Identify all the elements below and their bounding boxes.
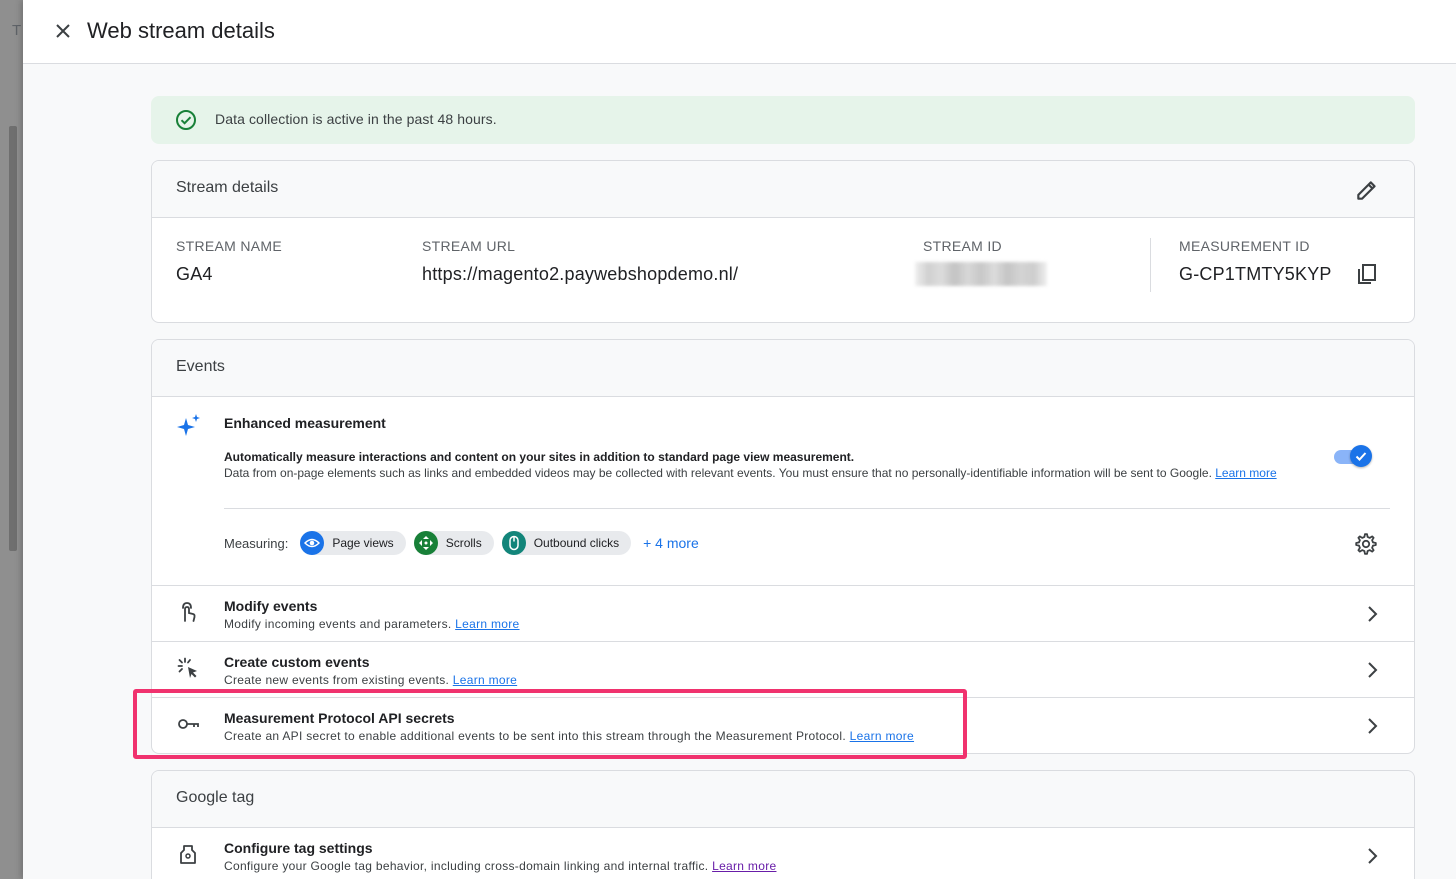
stream-id-redacted xyxy=(915,262,1047,286)
stream-details-body: STREAM NAME GA4 STREAM URL https://magen… xyxy=(152,218,1414,322)
stream-url-field: STREAM URL https://magento2.paywebshopde… xyxy=(422,238,738,285)
edit-button[interactable] xyxy=(1354,177,1380,203)
enhanced-measurement-description: Data from on-page elements such as links… xyxy=(224,466,1314,481)
stream-name-label: STREAM NAME xyxy=(176,238,282,254)
stream-details-card: Stream details STREAM NAME GA4 STREAM UR… xyxy=(151,160,1415,323)
row-description-text: Create an API secret to enable additiona… xyxy=(224,729,847,743)
copy-measurement-id-button[interactable] xyxy=(1355,262,1379,286)
copy-icon xyxy=(1358,264,1376,284)
measuring-chips: Measuring: Page views Scrolls Outbound c… xyxy=(224,531,699,555)
web-stream-details-panel: Web stream details Data collection is ac… xyxy=(23,0,1456,879)
stream-id-label: STREAM ID xyxy=(923,238,1002,254)
enhanced-measurement-settings-button[interactable] xyxy=(1354,532,1378,556)
modify-events-row[interactable]: Modify events Modify incoming events and… xyxy=(152,586,1414,642)
row-title: Modify events xyxy=(224,598,318,614)
learn-more-link[interactable]: Learn more xyxy=(712,859,776,873)
learn-more-link[interactable]: Learn more xyxy=(453,673,517,687)
chip-label: Page views xyxy=(332,536,394,550)
chevron-right-icon xyxy=(1368,848,1378,864)
enhanced-measurement-summary: Automatically measure interactions and c… xyxy=(224,450,855,464)
measuring-label: Measuring: xyxy=(224,535,289,551)
measurement-id-field: MEASUREMENT ID G-CP1TMTY5KYP xyxy=(1179,238,1332,285)
row-description: Create new events from existing events. … xyxy=(224,673,517,687)
events-title: Events xyxy=(176,358,225,375)
stream-details-header: Stream details xyxy=(152,161,1414,218)
stream-url-value: https://magento2.paywebshopdemo.nl/ xyxy=(422,264,739,284)
status-banner: Data collection is active in the past 48… xyxy=(151,96,1415,144)
learn-more-link[interactable]: Learn more xyxy=(455,617,519,631)
stream-details-title: Stream details xyxy=(176,179,279,196)
measurement-id-label: MEASUREMENT ID xyxy=(1179,238,1310,254)
background-page: T xyxy=(0,0,23,879)
chevron-right-icon xyxy=(1368,606,1378,622)
chip-label: Scrolls xyxy=(445,536,482,550)
learn-more-link[interactable]: Learn more xyxy=(1215,466,1276,480)
check-icon xyxy=(1355,452,1367,461)
chip-outbound-clicks[interactable]: Outbound clicks xyxy=(501,531,632,555)
google-tag-header: Google tag xyxy=(152,771,1414,828)
row-description-text: Modify incoming events and parameters. xyxy=(224,617,452,631)
scroll-arrows-icon xyxy=(413,531,438,555)
stream-name-field: STREAM NAME GA4 xyxy=(176,238,282,285)
close-button[interactable] xyxy=(49,17,77,45)
measurement-id-value: G-CP1TMTY5KYP xyxy=(1179,264,1332,284)
divider xyxy=(224,508,1390,509)
row-description: Configure your Google tag behavior, incl… xyxy=(224,859,776,873)
page-title: Web stream details xyxy=(87,18,275,43)
gear-icon xyxy=(1355,533,1377,555)
chip-page-views[interactable]: Page views xyxy=(300,531,406,555)
touch-icon xyxy=(182,602,196,622)
stream-id-field: STREAM ID xyxy=(915,238,1047,286)
configure-tag-settings-row[interactable]: Configure tag settings Configure your Go… xyxy=(152,828,1414,879)
background-scrollbar xyxy=(9,126,17,551)
background-tab: T xyxy=(12,22,22,39)
enhanced-measurement-section: Enhanced measurement Automatically measu… xyxy=(152,397,1414,586)
more-measurements-link[interactable]: + 4 more xyxy=(643,535,699,551)
mouse-icon xyxy=(501,531,526,555)
enhanced-measurement-toggle[interactable] xyxy=(1334,445,1372,469)
row-description-text: Create new events from existing events. xyxy=(224,673,450,687)
row-title: Create custom events xyxy=(224,654,370,670)
row-description: Modify incoming events and parameters. L… xyxy=(224,617,520,631)
row-title: Measurement Protocol API secrets xyxy=(224,710,455,726)
create-custom-events-row[interactable]: Create custom events Create new events f… xyxy=(152,642,1414,698)
measurement-protocol-api-secrets-row[interactable]: Measurement Protocol API secrets Create … xyxy=(152,698,1414,753)
chip-scrolls[interactable]: Scrolls xyxy=(413,531,494,555)
divider xyxy=(1150,238,1151,292)
panel-header: Web stream details xyxy=(23,0,1456,64)
chip-label: Outbound clicks xyxy=(533,536,620,550)
stream-url-label: STREAM URL xyxy=(422,238,516,254)
events-header: Events xyxy=(152,340,1414,397)
chevron-right-icon xyxy=(1368,662,1378,678)
check-circle-icon xyxy=(176,110,196,130)
key-icon xyxy=(178,719,199,729)
events-card: Events Enhanced measurement Automaticall… xyxy=(151,339,1415,754)
learn-more-link[interactable]: Learn more xyxy=(850,729,914,743)
row-title: Configure tag settings xyxy=(224,840,373,856)
enhanced-measurement-notice: Data from on-page elements such as links… xyxy=(224,466,1212,480)
close-icon xyxy=(56,24,70,38)
chevron-right-icon xyxy=(1368,718,1378,734)
tag-icon xyxy=(180,845,196,864)
toggle-knob xyxy=(1350,445,1372,467)
google-tag-title: Google tag xyxy=(176,789,255,806)
row-description: Create an API secret to enable additiona… xyxy=(224,729,914,743)
pencil-icon xyxy=(1357,181,1376,200)
google-tag-card: Google tag Configure tag settings Config… xyxy=(151,770,1415,879)
banner-text: Data collection is active in the past 48… xyxy=(215,111,497,127)
enhanced-measurement-title: Enhanced measurement xyxy=(224,415,386,431)
cursor-click-icon xyxy=(177,657,197,678)
eye-icon xyxy=(300,531,325,555)
stream-name-value: GA4 xyxy=(176,264,213,284)
sparkle-icon xyxy=(177,414,200,436)
row-description-text: Configure your Google tag behavior, incl… xyxy=(224,859,709,873)
